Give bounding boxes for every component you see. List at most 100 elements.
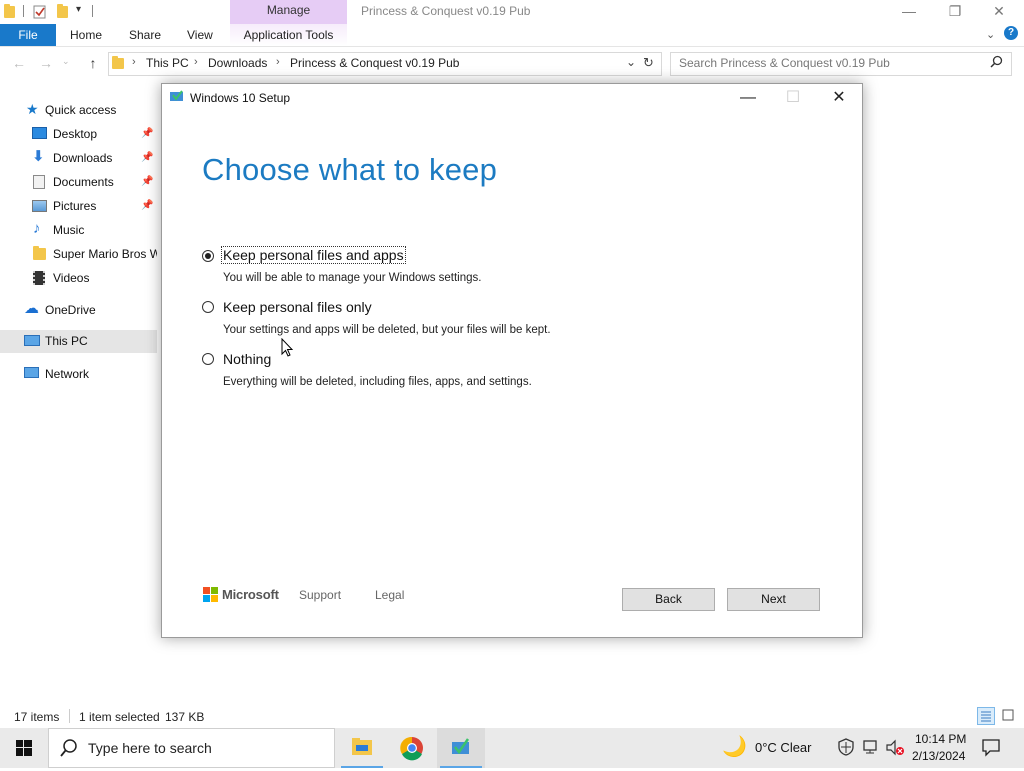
- radio-keep-files-and-apps[interactable]: [202, 250, 214, 262]
- close-icon[interactable]: ✕: [817, 86, 861, 110]
- videos-icon: [33, 271, 45, 285]
- pictures-icon: [32, 200, 47, 212]
- search-icon[interactable]: [990, 55, 1003, 71]
- chevron-right-icon[interactable]: ›: [276, 56, 280, 68]
- support-link[interactable]: Support: [299, 588, 341, 602]
- sidebar-item-label: Documents: [53, 175, 114, 189]
- status-item-count: 17 items: [14, 710, 60, 724]
- documents-icon: [33, 175, 45, 189]
- sidebar-item-label: Pictures: [53, 199, 97, 213]
- sidebar-item-onedrive[interactable]: ☁ OneDrive: [0, 299, 157, 321]
- separator: [92, 5, 93, 17]
- notifications-icon[interactable]: [981, 737, 1001, 760]
- music-icon: ♪: [33, 220, 41, 237]
- sidebar-item-this-pc[interactable]: This PC: [0, 330, 157, 353]
- breadcrumb-this-pc[interactable]: This PC: [146, 56, 189, 70]
- computer-icon: [24, 335, 40, 346]
- option-description: Everything will be deleted, including fi…: [223, 376, 532, 388]
- window-title: Princess & Conquest v0.19 Pub: [361, 4, 531, 18]
- minimize-icon[interactable]: —: [886, 0, 932, 24]
- clock-date[interactable]: 2/13/2024: [912, 749, 965, 763]
- sidebar-item-music[interactable]: ♪ Music: [0, 219, 157, 241]
- folder-icon[interactable]: [4, 4, 15, 18]
- tab-home[interactable]: Home: [70, 24, 102, 46]
- sidebar-item-super-mario-bros[interactable]: Super Mario Bros W: [0, 243, 157, 265]
- security-icon[interactable]: [838, 738, 854, 759]
- option-description: Your settings and apps will be deleted, …: [223, 324, 551, 336]
- sidebar-item-pictures[interactable]: Pictures 📌: [0, 195, 157, 217]
- tab-file[interactable]: File: [0, 24, 56, 46]
- weather-text[interactable]: 0°C Clear: [755, 740, 812, 755]
- pin-icon[interactable]: 📌: [141, 147, 153, 169]
- separator: [23, 5, 24, 17]
- up-arrow-icon[interactable]: ↑: [84, 54, 102, 72]
- back-arrow-icon[interactable]: ←: [10, 54, 28, 72]
- taskbar-search-placeholder: Type here to search: [88, 740, 212, 756]
- minimize-icon[interactable]: —: [726, 86, 770, 110]
- volume-muted-icon[interactable]: [885, 739, 905, 760]
- sidebar-item-label: Desktop: [53, 127, 98, 141]
- address-dropdown-icon[interactable]: ⌄: [626, 55, 636, 69]
- sidebar-item-downloads[interactable]: ⬇ Downloads 📌: [0, 147, 157, 169]
- sidebar-item-documents[interactable]: Documents 📌: [0, 171, 157, 193]
- search-icon: [60, 738, 78, 761]
- sidebar-item-label: Videos: [53, 271, 90, 285]
- legal-link[interactable]: Legal: [375, 588, 404, 602]
- help-icon[interactable]: ?: [1004, 26, 1018, 40]
- pin-icon[interactable]: 📌: [141, 171, 153, 193]
- large-icons-view-icon[interactable]: [1000, 707, 1018, 725]
- dialog-title: Windows 10 Setup: [190, 91, 291, 105]
- weather-moon-icon[interactable]: 🌙: [722, 737, 747, 757]
- recent-locations-icon[interactable]: ⌄: [62, 56, 70, 67]
- option-description: You will be able to manage your Windows …: [223, 272, 482, 284]
- expand-ribbon-icon[interactable]: ⌄: [986, 28, 995, 41]
- sidebar-item-label: Super Mario Bros W: [53, 247, 157, 261]
- restore-icon[interactable]: ❐: [932, 0, 978, 24]
- desktop-icon: [32, 127, 47, 139]
- forward-arrow-icon[interactable]: →: [37, 54, 55, 72]
- details-view-icon[interactable]: [977, 707, 995, 725]
- cloud-icon: ☁: [24, 300, 39, 317]
- tab-application-tools[interactable]: Application Tools: [230, 24, 347, 46]
- properties-icon[interactable]: [33, 4, 47, 19]
- microsoft-brand: Microsoft: [222, 587, 279, 602]
- chevron-right-icon[interactable]: ›: [132, 56, 136, 68]
- star-icon: ★: [26, 101, 39, 117]
- microsoft-logo-icon: [203, 587, 218, 602]
- sidebar-item-videos[interactable]: Videos: [0, 267, 157, 289]
- sidebar-item-desktop[interactable]: Desktop 📌: [0, 123, 157, 145]
- back-button[interactable]: Back: [622, 588, 715, 611]
- setup-taskbar-icon[interactable]: [437, 728, 485, 768]
- status-selected: 1 item selected: [79, 710, 160, 724]
- radio-nothing[interactable]: [202, 353, 214, 365]
- network-icon[interactable]: [862, 739, 880, 758]
- tab-share[interactable]: Share: [129, 24, 161, 46]
- tab-manage[interactable]: Manage: [230, 0, 347, 24]
- file-explorer-taskbar-icon[interactable]: [338, 728, 386, 768]
- maximize-icon: ☐: [785, 89, 801, 106]
- option-label[interactable]: Keep personal files only: [223, 299, 372, 315]
- clock-time[interactable]: 10:14 PM: [915, 732, 966, 746]
- breadcrumb-downloads[interactable]: Downloads: [208, 56, 267, 70]
- windows-start-icon[interactable]: [0, 728, 48, 768]
- folder-icon: [33, 246, 46, 260]
- option-label[interactable]: Keep personal files and apps: [221, 246, 406, 264]
- sidebar-item-quick-access[interactable]: ★ Quick access: [0, 99, 157, 121]
- customize-toolbar-icon[interactable]: ▾: [76, 4, 81, 15]
- new-folder-icon[interactable]: [57, 4, 68, 18]
- chevron-right-icon[interactable]: ›: [194, 56, 198, 68]
- breadcrumb-current-folder[interactable]: Princess & Conquest v0.19 Pub: [290, 56, 459, 70]
- pin-icon[interactable]: 📌: [141, 195, 153, 217]
- option-label[interactable]: Nothing: [223, 351, 271, 367]
- radio-keep-files-only[interactable]: [202, 301, 214, 313]
- search-placeholder: Search Princess & Conquest v0.19 Pub: [679, 56, 890, 70]
- close-icon[interactable]: ✕: [976, 0, 1022, 24]
- separator: [69, 709, 70, 723]
- pin-icon[interactable]: 📌: [141, 123, 153, 145]
- next-button[interactable]: Next: [727, 588, 820, 611]
- refresh-icon[interactable]: ↻: [643, 55, 654, 71]
- chrome-taskbar-icon[interactable]: [388, 728, 436, 768]
- network-icon: [24, 367, 39, 378]
- sidebar-item-network[interactable]: Network: [0, 363, 157, 385]
- tab-view[interactable]: View: [187, 24, 213, 46]
